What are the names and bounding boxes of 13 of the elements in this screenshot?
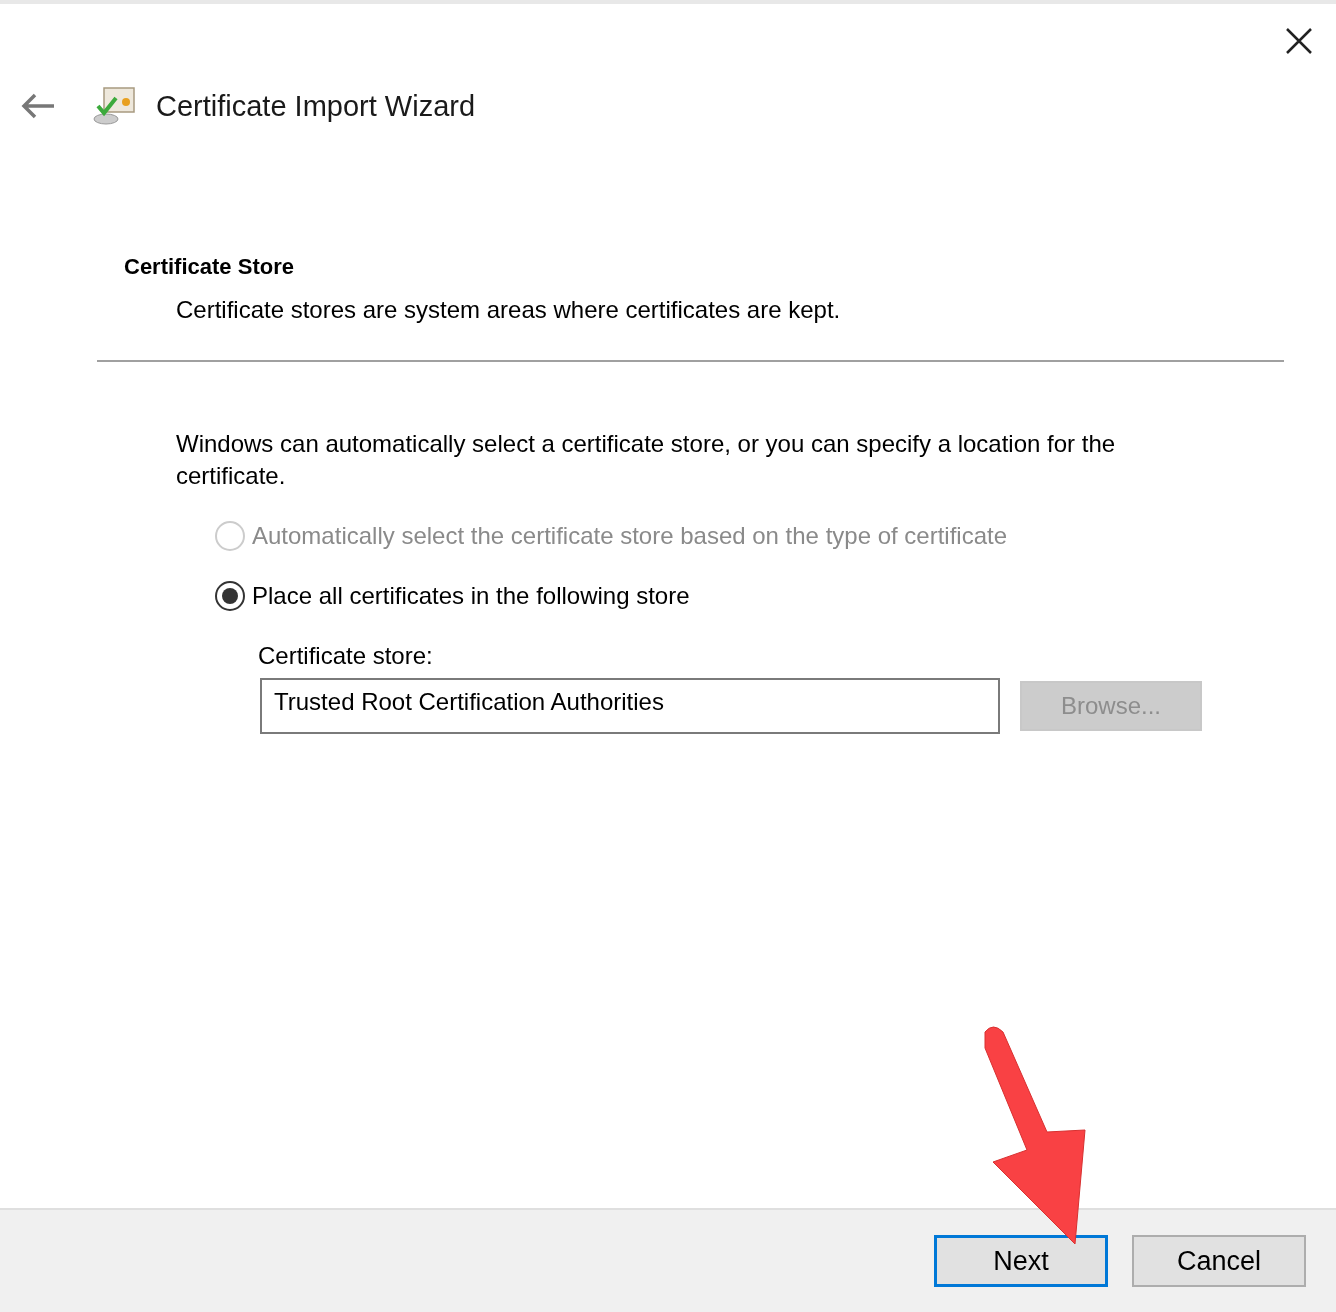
page-subtitle: Certificate stores are system areas where certificates are kept. xyxy=(176,296,842,324)
certificate-icon xyxy=(92,86,136,126)
cancel-button[interactable]: Cancel xyxy=(1132,1235,1306,1287)
close-button[interactable] xyxy=(1284,26,1314,56)
window-title: Certificate Import Wizard xyxy=(156,89,476,123)
field-label: Certificate store: xyxy=(258,642,434,670)
store-field[interactable]: Trusted Root Certification Authorities xyxy=(260,678,1000,734)
page-heading: Certificate Store xyxy=(124,254,295,280)
radio-label[interactable]: Place all certificates in the following store xyxy=(252,582,690,610)
radio-button[interactable] xyxy=(214,580,246,612)
next-button[interactable]: Next xyxy=(934,1235,1108,1287)
back-arrow-icon[interactable] xyxy=(20,92,56,120)
intro-text: Windows can automatically select a certificate store, or you can specify a location for the certificate. xyxy=(176,429,1117,491)
